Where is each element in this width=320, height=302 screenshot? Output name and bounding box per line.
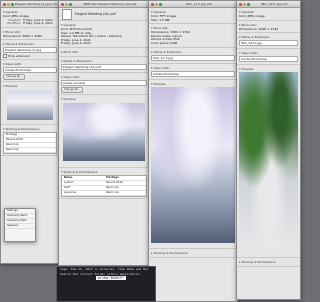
window-title: Elegant Wedding (4).jpg Info [15,2,57,6]
sidebar-item[interactable]: Sessions [5,224,35,229]
name-field[interactable]: Elegant Wedding (4).jpg [3,47,57,54]
section-more-info[interactable]: ▾ More Info: [3,30,57,34]
section-general[interactable]: ▾ General: [239,10,298,14]
open-with-select[interactable]: Adobe Photoshop [239,56,298,63]
section-more-info[interactable]: ▸ More Info: [61,50,147,54]
name-field[interactable]: DSC_12 5.jpg [151,54,235,61]
open-with-select[interactable]: Adobe Photoshop [3,67,57,74]
section-general[interactable]: ▾ General: [151,10,235,14]
minimize-button[interactable] [65,2,68,6]
section-sharing[interactable]: ▸ Sharing & Permissions: [239,260,298,264]
change-all-button[interactable]: Change All... [61,86,84,93]
close-button[interactable] [3,2,6,6]
section-open-with[interactable]: ▾ Open with: [151,66,235,70]
preview-image [7,90,53,121]
list-item: Read only [4,148,56,154]
sidebar-list: Settings Quarterly Items Quarterly Data … [4,208,36,242]
info-window-2: PEEK Bar Elegant Wedding (4a).pdf Elegan… [58,0,150,266]
window-title: IMG_3471.jpg Info [260,2,289,6]
close-button[interactable] [151,2,154,6]
section-sharing[interactable]: ▾ Sharing & Permissions: [61,170,147,174]
section-more-info[interactable]: ▾ More Info: [239,23,298,27]
open-with-select[interactable]: Adobe Photoshop [151,70,235,77]
info-window-4: IMG_3471.jpg Info ▾ General: Kind: JPEG i… [236,0,301,300]
titlebar: IMG_3471.jpg Info [237,1,300,8]
titlebar: DSC_12 5.jpg Info [149,1,237,8]
zoom-button[interactable] [159,2,162,6]
terminal-window: Tags: Feb 21, 2015 in Terminal, Time Mod… [56,266,156,302]
section-name-extension[interactable]: ▾ Name & Extension: [61,59,147,63]
section-preview[interactable]: ▾ Preview: [61,97,147,101]
section-open-with[interactable]: ▾ Open with: [3,62,57,66]
minimize-button[interactable] [7,2,10,6]
section-preview[interactable]: ▾ Preview: [3,84,57,88]
section-general[interactable]: ▾ General: [61,23,147,27]
close-button[interactable] [239,2,242,6]
name-field[interactable]: IMG_3471.jpg [239,40,298,47]
open-with-select[interactable]: Adobe Acrobat [61,79,147,86]
column-header-privilege[interactable]: Privilege [106,176,119,180]
minimize-button[interactable] [155,2,158,6]
section-name-extension[interactable]: ▾ Name & Extension: [151,50,235,54]
table-row[interactable]: everyone Read only [62,191,146,196]
zoom-button[interactable] [247,2,250,6]
window-title: DSC_12 5.jpg Info [185,2,213,6]
section-name-extension[interactable]: ▾ Name & Extension: [3,42,57,46]
document-icon [62,8,72,20]
section-sharing[interactable]: ▸ Sharing & Permissions: [151,251,235,255]
minimize-button[interactable] [243,2,246,6]
file-name-heading: Elegant Wedding (4a).pdf [75,12,116,16]
section-preview[interactable]: ▾ Preview: [239,67,298,71]
preview-image [151,86,235,243]
section-more-info[interactable]: ▾ More Info: [151,26,235,30]
preview-image [63,102,145,161]
section-open-with[interactable]: ▾ Open with: [239,51,298,55]
section-open-with[interactable]: ▾ Open with: [61,75,147,79]
section-general[interactable]: ▾ General: [3,10,57,14]
zoom-button[interactable] [11,2,14,6]
disclosure-triangle-icon: ▾ [3,10,5,14]
section-name-extension[interactable]: ▾ Name & Extension: [239,35,298,39]
close-button[interactable] [61,2,64,6]
window-title: PEEK Bar Elegant Wedding (4a).pdf [83,2,137,6]
info-window-3: DSC_12 5.jpg Info ▾ General: Kind: TIFF i… [148,0,238,302]
hide-extension-checkbox[interactable] [3,54,7,59]
section-sharing[interactable]: ▾ Sharing & Permissions: [3,127,57,131]
zoom-button[interactable] [69,2,72,6]
titlebar: PEEK Bar Elegant Wedding (4a).pdf [59,1,149,8]
preview-image [239,72,298,253]
bottom-caption: In the "DON'T" [96,276,126,280]
column-header-name[interactable]: Name [64,176,104,180]
titlebar: Elegant Wedding (4).jpg Info [1,1,59,8]
section-preview[interactable]: ▾ Preview: [151,82,235,86]
change-all-button[interactable]: Change All... [3,74,26,81]
name-field[interactable]: Elegant Wedding (4a).pdf [61,63,147,70]
